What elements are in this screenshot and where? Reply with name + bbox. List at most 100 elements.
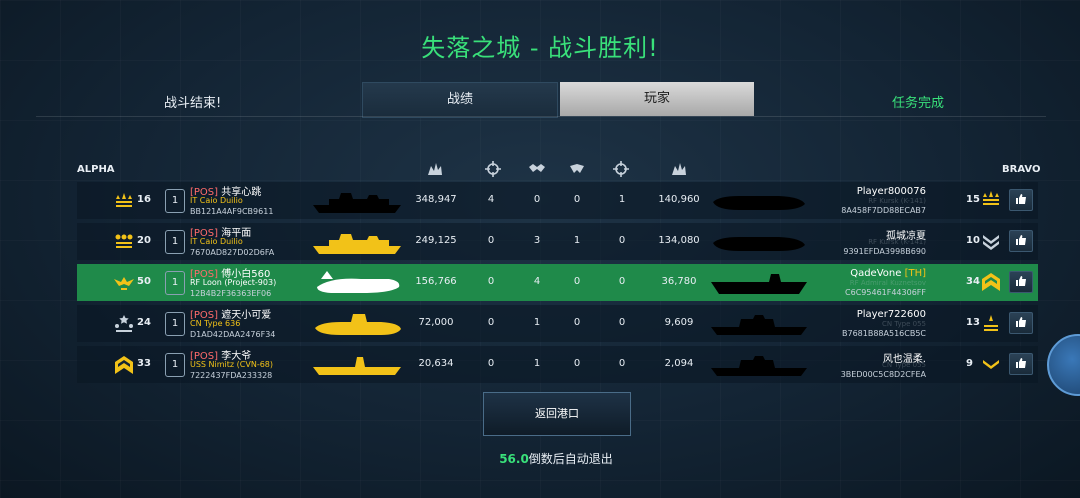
ship-name: RF Loon (Project-903) <box>190 278 277 287</box>
ship-name: IT Caio Duilio <box>190 196 243 205</box>
like-button[interactable] <box>1009 312 1033 334</box>
division-slot: 1 <box>165 230 185 254</box>
stat-value: 0 <box>618 317 626 328</box>
division-slot: 1 <box>165 271 185 295</box>
stat-value: 1 <box>618 194 626 205</box>
rank-insignia-icon <box>983 191 999 205</box>
damage-icon <box>672 163 686 175</box>
opponent-ship-ghost: RF Kursk (K-141) <box>868 197 926 205</box>
rank-insignia-icon <box>116 193 132 207</box>
target-icon <box>485 161 501 177</box>
rank-number: 33 <box>137 358 151 369</box>
division-slot: 1 <box>165 189 185 213</box>
table-row: 20 1 [POS] 海平面 IT Caio Duilio 7670AD827D… <box>77 223 1038 260</box>
ship-name: USS Nimitz (CVN-68) <box>190 360 274 369</box>
page-title: 失落之城 - 战斗胜利! <box>421 34 659 62</box>
opponent-ship-ghost: CN Type 055 <box>881 320 926 328</box>
rank-number: 50 <box>137 276 151 287</box>
division-slot: 1 <box>165 353 185 377</box>
tab-stats[interactable]: 战绩 <box>362 82 558 118</box>
destroyer-silhouette-icon <box>711 356 807 376</box>
chevron-rank-icon <box>983 360 999 369</box>
stars-rank-icon <box>115 315 133 332</box>
ship-name: CN Type 636 <box>190 319 241 328</box>
opponent-id: 3BED00C5C8D2CFEA <box>840 370 926 379</box>
player-id: BB121A4AF9CB9611 <box>190 207 274 216</box>
rank-insignia-icon <box>984 315 998 331</box>
countdown-text: 倒数后自动退出 <box>528 452 613 466</box>
thumbs-up-icon <box>1016 317 1026 327</box>
opponent-name: QadeVone [TH] <box>850 268 926 279</box>
chevron-rank-icon <box>982 273 1000 291</box>
countdown-seconds: 56.0 <box>499 452 529 466</box>
destroyer-silhouette-icon <box>711 315 807 335</box>
opponent-id: 8A458F7DD88ECAB7 <box>841 206 926 215</box>
opponent-nickname: Player722600 <box>856 309 926 320</box>
target-icon <box>613 161 629 177</box>
tab-players[interactable]: 玩家 <box>560 82 754 116</box>
damage-taken-value: 2,094 <box>664 358 694 369</box>
return-to-port-button[interactable]: 返回港口 <box>483 392 631 436</box>
battleship-silhouette-icon <box>313 193 401 213</box>
carrier-silhouette-icon <box>711 274 807 294</box>
opponent-name: 风也温柔. <box>883 350 926 365</box>
opponent-rank-number: 15 <box>966 194 980 205</box>
stat-value: 0 <box>618 276 626 287</box>
opponent-nickname: 风也温柔. <box>882 354 926 365</box>
damage-value: 20,634 <box>418 358 454 369</box>
submarine-silhouette-icon <box>315 314 401 335</box>
opponent-rank-number: 10 <box>966 235 980 246</box>
submarine-silhouette-icon <box>713 196 805 210</box>
stat-value: 0 <box>618 358 626 369</box>
opponent-rank-number: 13 <box>966 317 980 328</box>
division-slot: 1 <box>165 312 185 336</box>
opponent-name: Player722600 <box>857 309 926 320</box>
table-row: 24 1 [POS] 遮天小可爱 CN Type 636 D1AD42DAA24… <box>77 305 1038 342</box>
team-alpha-label: ALPHA <box>77 164 115 175</box>
player-id: D1AD42DAA2476F34 <box>190 330 276 339</box>
damage-taken-value: 9,609 <box>664 317 694 328</box>
support-icon <box>570 164 584 173</box>
opponent-nickname: 孤城凉夏 <box>886 231 926 242</box>
team-bravo-label: BRAVO <box>1002 164 1041 175</box>
top-bar: 战斗结束! 战绩 玩家 任务完成 <box>36 82 1046 118</box>
opponent-name: 孤城凉夏 <box>886 227 926 242</box>
scoreboard-header: ALPHA BRAVO <box>0 160 1080 180</box>
side-menu-button[interactable] <box>1047 334 1080 396</box>
ship-name: IT Caio Duilio <box>190 237 243 246</box>
ekranoplan-silhouette-icon <box>317 271 400 293</box>
rank-number: 24 <box>137 317 151 328</box>
support-icon <box>529 164 545 172</box>
opponent-rank-number: 9 <box>966 358 973 369</box>
chevron-rank-icon <box>115 356 133 374</box>
damage-value: 249,125 <box>415 235 457 246</box>
table-row: 50 1 [POS] 傅小白560 RF Loon (Project-903) … <box>77 264 1038 301</box>
rank-insignia-icon <box>115 234 133 248</box>
opponent-nickname: QadeVone <box>850 268 902 279</box>
submarine-silhouette-icon <box>713 237 805 251</box>
opponent-clan-tag: [TH] <box>904 268 926 279</box>
like-button[interactable] <box>1009 189 1033 211</box>
like-button[interactable] <box>1009 230 1033 252</box>
stat-value: 0 <box>618 235 626 246</box>
thumbs-up-icon <box>1016 358 1026 368</box>
battleship-silhouette-icon <box>313 234 401 254</box>
thumbs-up-icon <box>1016 276 1026 286</box>
divider <box>36 116 1046 117</box>
opponent-rank-number: 34 <box>966 276 980 287</box>
damage-value: 72,000 <box>418 317 454 328</box>
like-button[interactable] <box>1009 353 1033 375</box>
damage-taken-value: 36,780 <box>661 276 697 287</box>
carrier-silhouette-icon <box>313 357 401 375</box>
table-row: 16 1 [POS] 共享心跳 IT Caio Duilio BB121A4AF… <box>77 182 1038 219</box>
opponent-id: B7681B88A516CB5C <box>841 329 926 338</box>
rank-number: 20 <box>137 235 151 246</box>
like-button[interactable] <box>1009 271 1033 293</box>
thumbs-up-icon <box>1016 194 1026 204</box>
damage-value: 348,947 <box>415 194 457 205</box>
battle-ended-label: 战斗结束! <box>164 96 222 111</box>
opponent-nickname: Player800076 <box>856 186 926 197</box>
player-id: 12B4B2F36363EF06 <box>190 289 272 298</box>
player-id: 7222437FDA233328 <box>190 371 273 380</box>
damage-taken-value: 140,960 <box>658 194 700 205</box>
